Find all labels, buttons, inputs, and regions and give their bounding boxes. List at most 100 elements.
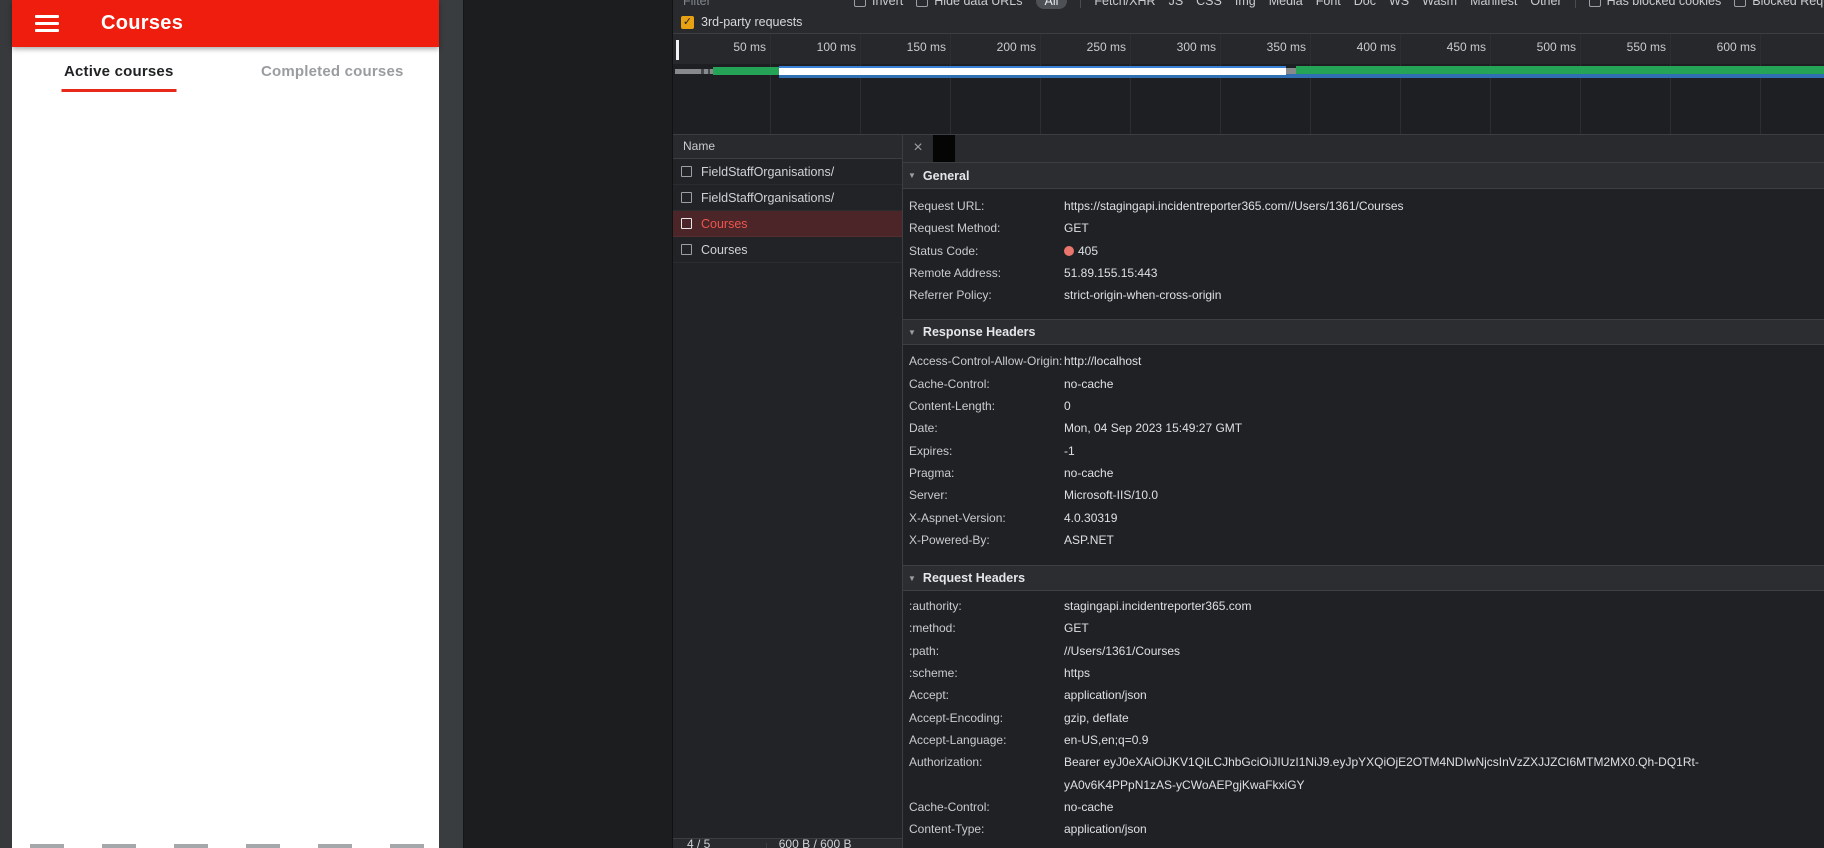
header-row: Referrer Policy: strict-origin-when-cros… [909, 284, 1824, 306]
header-name: :path: [909, 643, 940, 658]
resource-type-filter[interactable]: Font [1316, 0, 1341, 8]
request-row[interactable]: FieldStaffOrganisations/ [673, 185, 902, 211]
section-header-response[interactable]: ▼ Response Headers [903, 319, 1824, 346]
timeline-tick: 250 ms [1041, 34, 1131, 134]
detail-tab[interactable] [999, 135, 1021, 162]
app-tab[interactable]: Active courses [12, 47, 226, 95]
tick-label: 450 ms [1446, 40, 1486, 54]
hide-data-urls-checkbox[interactable]: Hide data URLs [916, 0, 1023, 8]
header-row: Pragma: no-cache [909, 462, 1824, 484]
app-horizontal-scrollbar[interactable] [12, 844, 439, 848]
section-response-headers: ▼ Response Headers Access-Control-Allow-… [903, 319, 1824, 565]
tick-label: 350 ms [1266, 40, 1306, 54]
request-row[interactable]: FieldStaffOrganisations/ [673, 159, 902, 185]
third-party-requests-label: 3rd-party requests [701, 15, 803, 29]
timeline-ruler: 50 ms 100 ms 150 ms 200 ms 250 ms 300 ms… [673, 34, 1824, 134]
tick-label: 250 ms [1086, 40, 1126, 54]
header-name: X-Aspnet-Version: [909, 510, 1006, 525]
section-header-request[interactable]: ▼ Request Headers [903, 565, 1824, 592]
header-value: https [1064, 666, 1091, 681]
triangle-collapse-icon: ▼ [908, 327, 916, 337]
timeline-tick: 200 ms [951, 34, 1041, 134]
timeline-tick: 450 ms [1401, 34, 1491, 134]
screen: Courses Active courses Completed courses… [0, 0, 1824, 848]
header-row: Cache-Control: no-cache [909, 796, 1824, 818]
header-name: :scheme: [909, 666, 958, 681]
waterfall-green-bar-1 [713, 67, 779, 75]
network-filter-toolbar: Invert Hide data URLs All Fetch/XHR JS CSS… [673, 0, 1824, 34]
header-value: https://stagingapi.incidentreporter365.c… [1064, 199, 1404, 213]
detail-tab[interactable] [977, 135, 999, 162]
network-overview-timeline[interactable]: 50 ms 100 ms 150 ms 200 ms 250 ms 300 ms… [673, 34, 1824, 135]
request-row[interactable]: Courses [673, 211, 902, 237]
timeline-tick: 100 ms [771, 34, 861, 134]
request-list-header[interactable]: Name [673, 135, 902, 159]
divider [1080, 0, 1082, 8]
resource-type-filter[interactable]: Media [1269, 0, 1303, 8]
timeline-tick: 400 ms [1311, 34, 1401, 134]
header-name: :authority: [909, 599, 962, 614]
header-name: Date: [909, 421, 938, 436]
invert-checkbox[interactable]: Invert [854, 0, 903, 8]
section-header-general[interactable]: ▼ General [903, 163, 1824, 189]
timeline-tick: 50 ms [673, 34, 771, 134]
resource-type-filter[interactable]: Manifest [1470, 0, 1517, 8]
headers-sections: ▼ General Request URL: https://stagingap… [903, 163, 1824, 846]
resource-type-filter[interactable]: JS [1169, 0, 1184, 8]
filter-all-pill[interactable]: All [1035, 0, 1068, 9]
header-value: 405 [1064, 240, 1764, 262]
resource-type-filter[interactable]: Fetch/XHR [1094, 0, 1155, 8]
courses-app-window: Courses Active courses Completed courses [12, 0, 439, 848]
request-checkbox[interactable] [681, 244, 692, 255]
triangle-collapse-icon: ▼ [908, 171, 916, 180]
header-row: Accept-Language: en-US,en;q=0.9 [909, 729, 1824, 751]
request-checkbox[interactable] [681, 166, 692, 177]
section-request-headers: ▼ Request Headers :authority: stagingapi… [903, 565, 1824, 846]
header-row: Cache-Control: no-cache [909, 373, 1824, 395]
menu-icon[interactable] [35, 15, 59, 32]
header-value: gzip, deflate [1064, 710, 1129, 725]
resource-type-filter[interactable]: Other [1530, 0, 1561, 8]
header-name: :method: [909, 621, 956, 636]
has-blocked-cookies-label: Has blocked cookies [1606, 0, 1722, 8]
filter-input[interactable] [683, 0, 841, 8]
request-name: FieldStaffOrganisations/ [701, 164, 835, 179]
header-value: 4.0.30319 [1064, 510, 1118, 525]
header-value: no-cache [1064, 376, 1114, 391]
blocked-requests-label: Blocked Requests [1752, 0, 1824, 8]
request-row[interactable]: Courses [673, 237, 902, 263]
devtools-network-panel: Invert Hide data URLs All Fetch/XHR JS CSS… [672, 0, 1824, 848]
resource-type-filter[interactable]: CSS [1196, 0, 1222, 8]
header-name: Request URL: [909, 199, 985, 213]
third-party-requests-checkbox[interactable]: ✓ [681, 15, 694, 29]
resource-type-filter[interactable]: Wasm [1422, 0, 1457, 8]
header-row: Remote Address: 51.89.155.15:443 [909, 262, 1824, 284]
request-checkbox[interactable] [681, 218, 692, 229]
detail-tab[interactable] [1021, 135, 1043, 162]
detail-tab[interactable] [933, 135, 955, 162]
checkbox-icon [1734, 0, 1747, 7]
resource-type-filter[interactable]: Img [1235, 0, 1256, 8]
header-value: GET [1064, 621, 1089, 636]
tick-label: 600 ms [1716, 40, 1756, 54]
tick-label: 50 ms [733, 40, 766, 54]
status-dot-icon [1064, 245, 1074, 256]
request-name: FieldStaffOrganisations/ [701, 190, 835, 205]
request-checkbox[interactable] [681, 192, 692, 203]
transferred-size: 600 B / 600 B transferred [778, 836, 852, 848]
header-value: application/json [1064, 822, 1147, 837]
app-tab[interactable]: Completed courses [226, 47, 440, 95]
has-blocked-cookies-checkbox[interactable]: Has blocked cookies [1588, 0, 1722, 8]
header-name: Status Code: [909, 243, 979, 258]
header-value: stagingapi.incidentreporter365.com [1064, 599, 1252, 614]
detail-tab[interactable] [955, 135, 977, 162]
close-icon[interactable]: × [903, 135, 933, 162]
timeline-tick: 300 ms [1131, 34, 1221, 134]
tick-label: 200 ms [996, 40, 1036, 54]
triangle-collapse-icon: ▼ [908, 573, 916, 583]
blocked-requests-checkbox[interactable]: Blocked Requests [1734, 0, 1824, 8]
header-name: Request Method: [909, 221, 1001, 236]
waterfall-queueing-bar [675, 69, 713, 74]
resource-type-filter[interactable]: Doc [1354, 0, 1376, 8]
resource-type-filter[interactable]: WS [1389, 0, 1409, 8]
